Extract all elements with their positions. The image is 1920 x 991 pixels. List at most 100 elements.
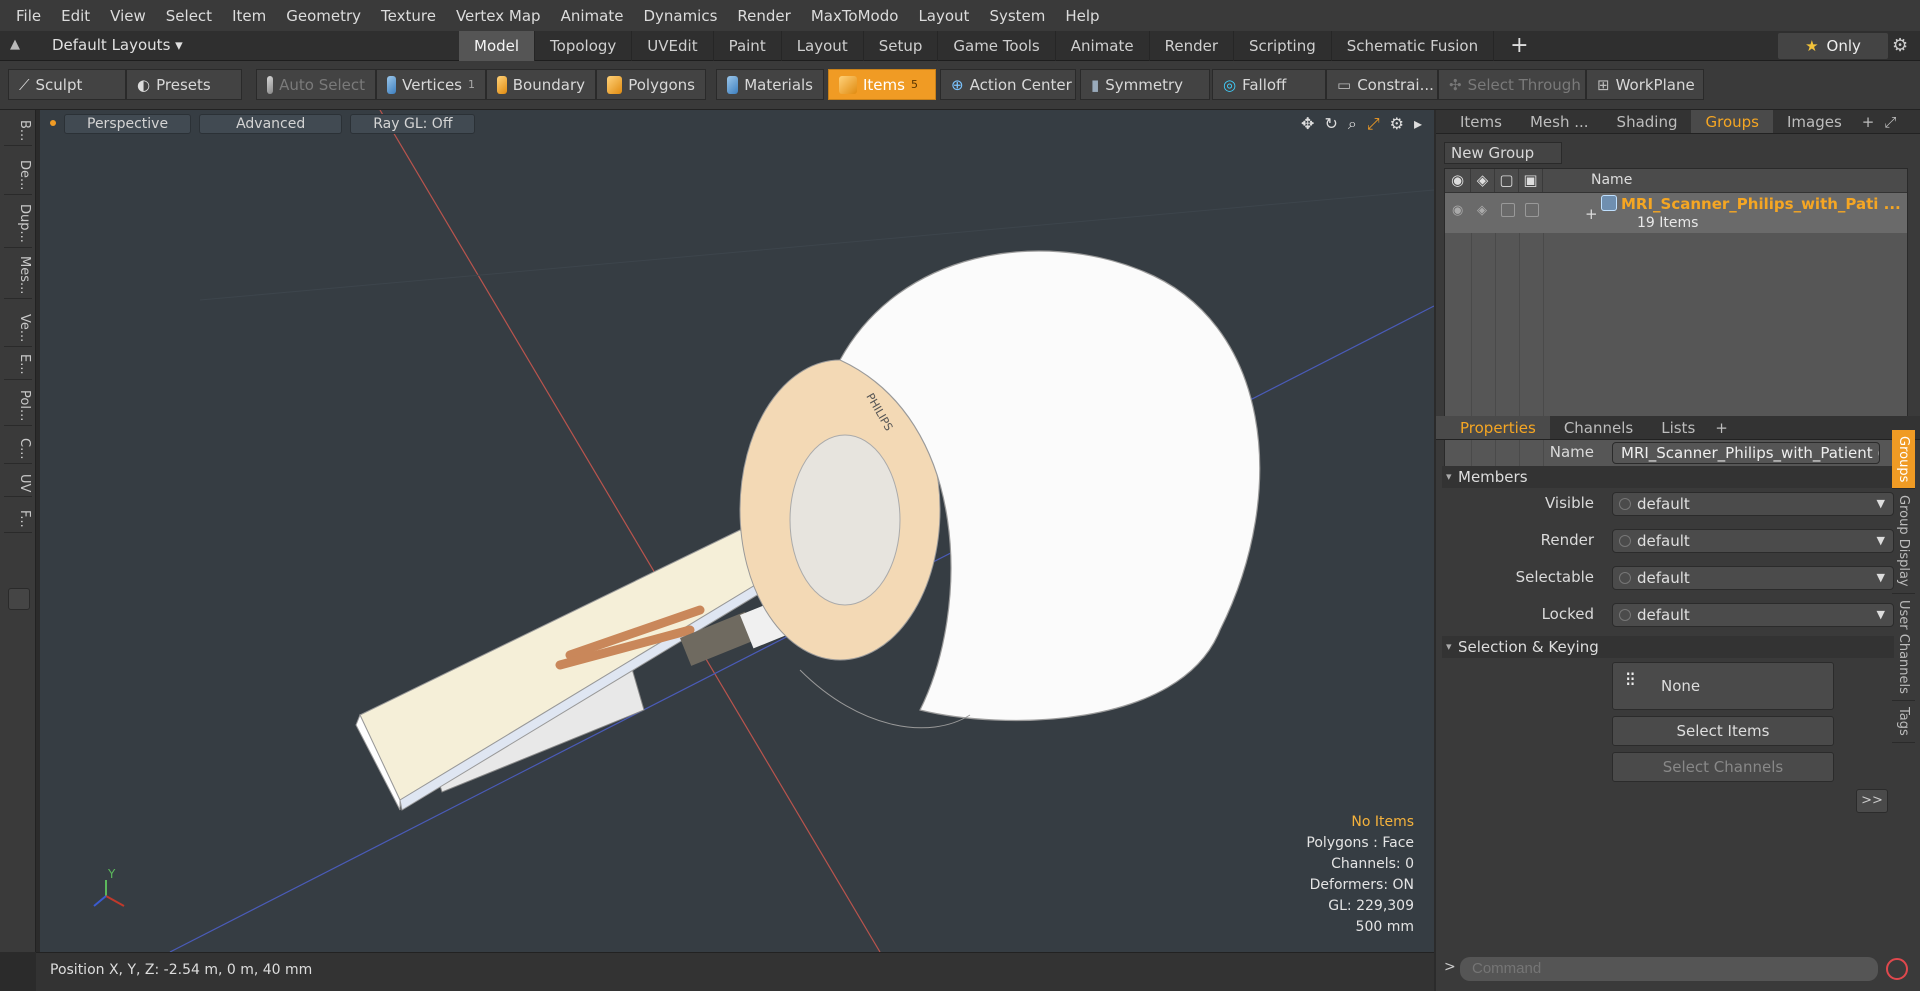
tab-setup[interactable]: Setup	[864, 31, 939, 61]
menu-layout[interactable]: Layout	[908, 7, 979, 25]
action-center-button[interactable]: ⊕ Action Center	[940, 69, 1076, 100]
strip-tab-uv[interactable]: UV	[4, 470, 32, 498]
tab-render[interactable]: Render	[1150, 31, 1235, 61]
strip-tab-curve[interactable]: C...	[4, 434, 32, 465]
menu-edit[interactable]: Edit	[51, 7, 100, 25]
viewport-settings-icon[interactable]: ⚙	[1390, 114, 1404, 134]
layout-dropdown[interactable]: Default Layouts ▾	[52, 36, 183, 54]
tab-schematic-fusion[interactable]: Schematic Fusion	[1332, 31, 1495, 61]
strip-tab-mesh[interactable]: Mes...	[4, 252, 32, 300]
vtab-group-display[interactable]: Group Display	[1892, 489, 1915, 594]
menu-view[interactable]: View	[100, 7, 156, 25]
vertices-button[interactable]: Vertices 1	[376, 69, 486, 100]
tab-game-tools[interactable]: Game Tools	[938, 31, 1056, 61]
more-options-button[interactable]: >>	[1856, 789, 1888, 813]
row-render-icon[interactable]: ◈	[1477, 203, 1487, 218]
tab-items[interactable]: Items	[1436, 110, 1516, 133]
record-icon[interactable]	[1886, 958, 1908, 980]
presets-button[interactable]: ◐ Presets	[126, 69, 242, 100]
polygons-button[interactable]: Polygons	[596, 69, 706, 100]
falloff-button[interactable]: ◎ Falloff	[1212, 69, 1326, 100]
viewport-more-icon[interactable]: ▸	[1414, 114, 1422, 134]
menu-item[interactable]: Item	[222, 7, 276, 25]
lock-column-icon[interactable]: ▣	[1519, 169, 1543, 192]
select-channels-button[interactable]: Select Channels	[1612, 752, 1834, 782]
tab-uvedit[interactable]: UVEdit	[632, 31, 714, 61]
menu-texture[interactable]: Texture	[371, 7, 446, 25]
strip-tab-basic[interactable]: B...	[4, 116, 32, 147]
menu-render[interactable]: Render	[727, 7, 800, 25]
menu-geometry[interactable]: Geometry	[276, 7, 371, 25]
auto-select-button[interactable]: Auto Select	[256, 69, 376, 100]
strip-tab-vertex[interactable]: Ve...	[4, 310, 32, 348]
menu-animate[interactable]: Animate	[551, 7, 634, 25]
visibility-column-icon[interactable]: ◉	[1445, 169, 1471, 192]
visible-dropdown[interactable]: default ▼	[1612, 492, 1894, 516]
ray-gl-button[interactable]: Ray GL: Off	[350, 114, 476, 134]
tab-channels[interactable]: Channels	[1550, 416, 1647, 439]
group-row[interactable]: ◉ ◈ + MRI_Scanner_Philips_with_Pati ... …	[1445, 193, 1907, 233]
menu-dynamics[interactable]: Dynamics	[633, 7, 727, 25]
new-group-button[interactable]: New Group	[1444, 142, 1562, 164]
command-input[interactable]	[1460, 957, 1878, 981]
expand-group-icon[interactable]: +	[1585, 205, 1598, 223]
row-select-checkbox[interactable]	[1501, 203, 1515, 217]
strip-extra-button[interactable]	[8, 588, 30, 610]
tab-scripting[interactable]: Scripting	[1234, 31, 1332, 61]
maximize-icon[interactable]: ⤢	[1367, 114, 1380, 134]
vtab-user-channels[interactable]: User Channels	[1892, 594, 1915, 701]
strip-tab-polygon[interactable]: Pol...	[4, 386, 32, 427]
add-panel-tab-icon[interactable]: +	[1856, 110, 1881, 133]
locked-dropdown[interactable]: default ▼	[1612, 603, 1894, 627]
tab-properties[interactable]: Properties	[1436, 416, 1550, 439]
group-name-field[interactable]: MRI_Scanner_Philips_with_Patient (3)	[1612, 442, 1880, 464]
pan-icon[interactable]: ✥	[1301, 114, 1314, 134]
strip-tab-edge[interactable]: E...	[4, 350, 32, 380]
boundary-button[interactable]: Boundary	[486, 69, 596, 100]
row-visibility-icon[interactable]: ◉	[1452, 203, 1463, 218]
render-dropdown[interactable]: default ▼	[1612, 529, 1894, 553]
menu-help[interactable]: Help	[1055, 7, 1109, 25]
add-tab-icon[interactable]: +	[1494, 31, 1528, 61]
items-button[interactable]: Items 5	[828, 69, 936, 100]
keying-none-button[interactable]: ⁝⁝ None	[1612, 662, 1834, 710]
tab-images[interactable]: Images	[1773, 110, 1856, 133]
selectable-dropdown[interactable]: default ▼	[1612, 566, 1894, 590]
menu-file[interactable]: File	[6, 7, 51, 25]
vtab-groups[interactable]: Groups	[1892, 430, 1915, 490]
select-through-button[interactable]: ✣ Select Through	[1438, 69, 1586, 100]
layout-up-icon[interactable]: ▲	[10, 37, 26, 53]
add-properties-tab-icon[interactable]: +	[1709, 416, 1734, 439]
gear-icon[interactable]: ⚙	[1892, 35, 1908, 56]
render-column-icon[interactable]: ◈	[1471, 169, 1495, 192]
tab-model[interactable]: Model	[459, 31, 536, 61]
select-items-button[interactable]: Select Items	[1612, 716, 1834, 746]
row-lock-checkbox[interactable]	[1525, 203, 1539, 217]
workplane-button[interactable]: ⊞ WorkPlane	[1586, 69, 1704, 100]
tab-shading[interactable]: Shading	[1603, 110, 1692, 133]
tab-topology[interactable]: Topology	[535, 31, 633, 61]
zoom-icon[interactable]: ⌕	[1348, 114, 1357, 134]
perspective-button[interactable]: Perspective	[64, 114, 192, 134]
menu-system[interactable]: System	[979, 7, 1055, 25]
rotate-icon[interactable]: ↻	[1324, 114, 1337, 134]
constraints-button[interactable]: ▭ Constrai...	[1326, 69, 1438, 100]
tab-paint[interactable]: Paint	[714, 31, 782, 61]
menu-maxtomodo[interactable]: MaxToModo	[801, 7, 909, 25]
tab-lists[interactable]: Lists	[1647, 416, 1709, 439]
tab-groups[interactable]: Groups	[1691, 110, 1773, 133]
tab-mesh[interactable]: Mesh ...	[1516, 110, 1603, 133]
symmetry-button[interactable]: ▮ Symmetry	[1080, 69, 1210, 100]
selection-keying-section[interactable]: Selection & Keying	[1442, 636, 1894, 658]
materials-button[interactable]: Materials	[716, 69, 824, 100]
sculpt-button[interactable]: ⟋ Sculpt	[8, 69, 126, 100]
select-column-icon[interactable]: ▢	[1495, 169, 1519, 192]
3d-viewport[interactable]: PHILIPS Y Perspective Advanced Ray GL: O…	[40, 110, 1434, 952]
advanced-button[interactable]: Advanced	[199, 114, 343, 134]
tab-layout[interactable]: Layout	[782, 31, 864, 61]
vtab-tags[interactable]: Tags	[1892, 701, 1915, 743]
members-section[interactable]: Members	[1442, 466, 1894, 488]
strip-tab-duplicate[interactable]: Dup...	[4, 200, 32, 248]
strip-tab-fusion[interactable]: F...	[4, 506, 32, 533]
menu-select[interactable]: Select	[156, 7, 222, 25]
